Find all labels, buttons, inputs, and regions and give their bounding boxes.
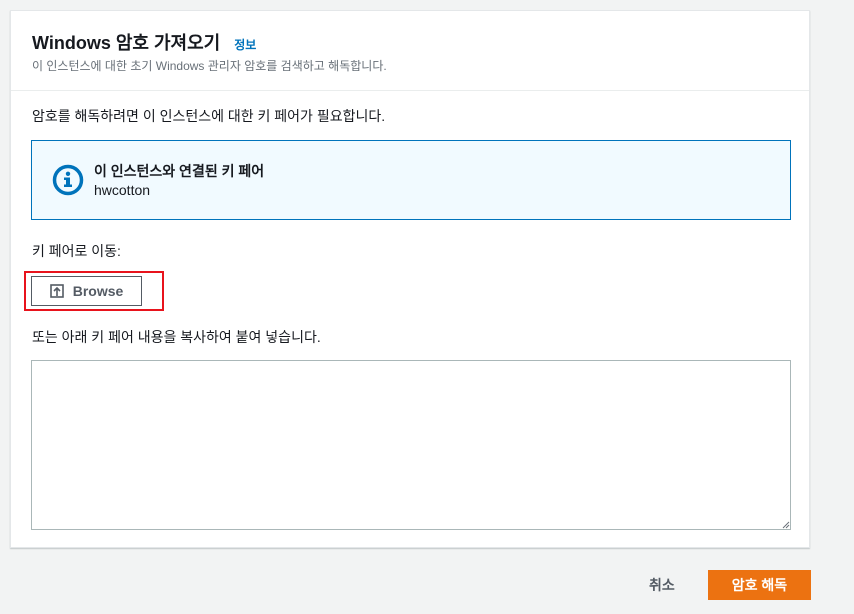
cancel-button[interactable]: 취소 bbox=[649, 575, 675, 595]
get-windows-password-panel: Windows 암호 가져오기 정보 이 인스턴스에 대한 초기 Windows… bbox=[10, 10, 810, 548]
key-pair-info-box: 이 인스턴스와 연결된 키 페어 hwcotton bbox=[31, 140, 791, 220]
info-link[interactable]: 정보 bbox=[234, 36, 256, 53]
paste-label: 또는 아래 키 페어 내용을 복사하여 붙여 넣습니다. bbox=[32, 329, 321, 345]
page-title: Windows 암호 가져오기 bbox=[32, 33, 221, 53]
decrypt-password-button[interactable]: 암호 해독 bbox=[708, 570, 811, 600]
browse-button[interactable]: Browse bbox=[31, 276, 142, 306]
browse-button-label: Browse bbox=[72, 283, 124, 299]
info-box-title: 이 인스턴스와 연결된 키 페어 bbox=[94, 163, 265, 179]
info-circle-icon bbox=[52, 164, 84, 196]
title-row: Windows 암호 가져오기 정보 bbox=[32, 29, 256, 55]
key-pair-name: hwcotton bbox=[94, 182, 151, 198]
upload-icon bbox=[49, 284, 64, 298]
page-subtitle: 이 인스턴스에 대한 초기 Windows 관리자 암호를 검색하고 해독합니다… bbox=[32, 59, 387, 73]
key-pair-textarea[interactable] bbox=[31, 360, 791, 530]
intro-text: 암호를 해독하려면 이 인스턴스에 대한 키 페어가 필요합니다. bbox=[32, 108, 386, 124]
browse-label: 키 페어로 이동: bbox=[32, 243, 121, 259]
panel-header: Windows 암호 가져오기 정보 이 인스턴스에 대한 초기 Windows… bbox=[11, 11, 809, 91]
resize-grip-icon[interactable] bbox=[782, 521, 790, 529]
